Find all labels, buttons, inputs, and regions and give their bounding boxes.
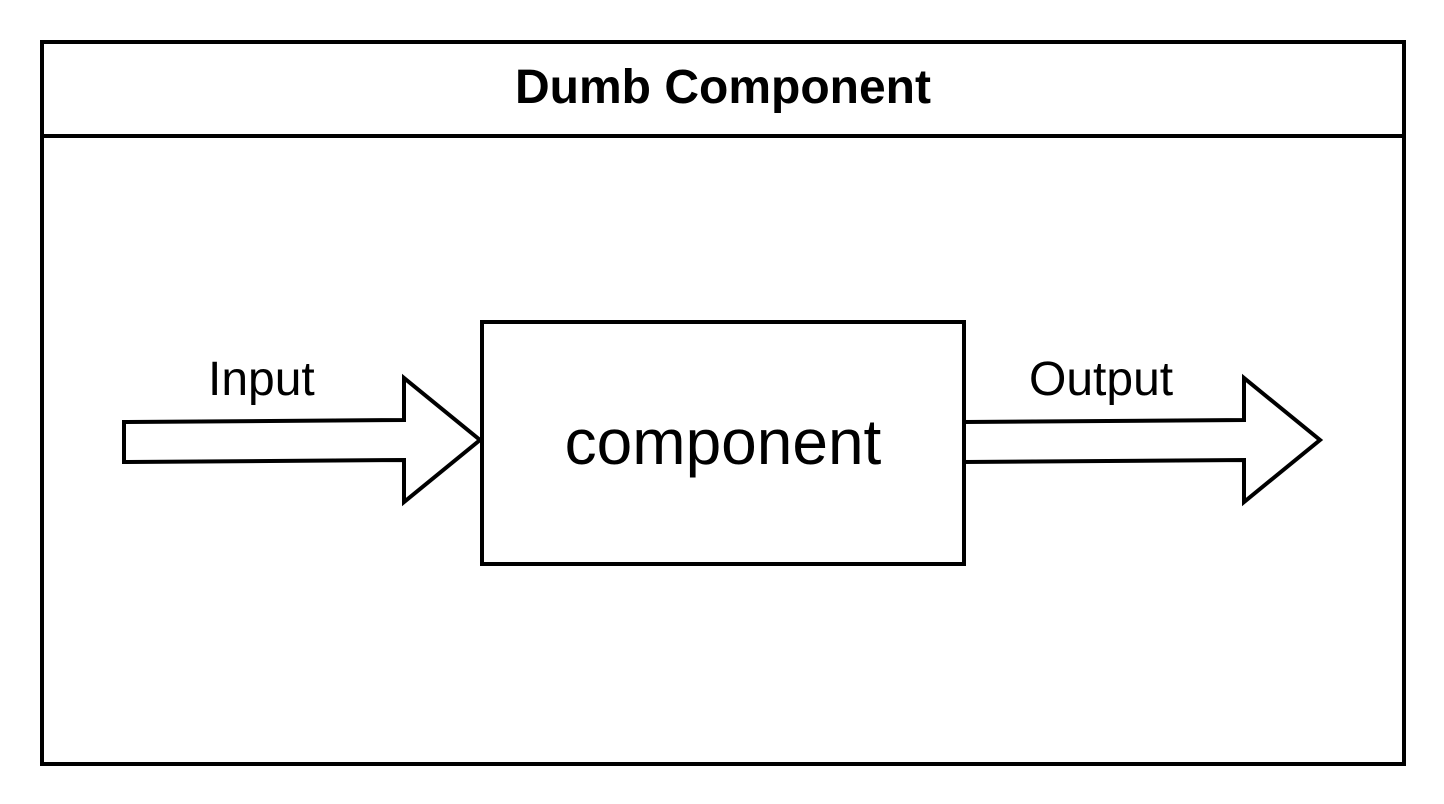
input-label: Input bbox=[208, 353, 315, 406]
output-label: Output bbox=[1029, 353, 1174, 406]
diagram-title: Dumb Component bbox=[515, 61, 931, 114]
component-label: component bbox=[564, 406, 882, 478]
diagram-header: Dumb Component bbox=[44, 44, 1402, 138]
component-node: component bbox=[480, 320, 966, 566]
